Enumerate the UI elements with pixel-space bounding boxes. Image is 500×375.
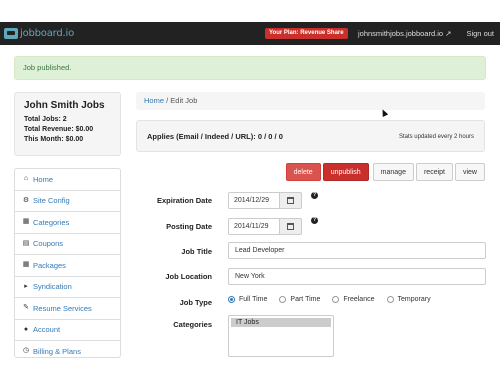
radio-label: Freelance (343, 296, 375, 303)
delete-button[interactable]: delete (285, 163, 321, 181)
success-alert: Job published. (14, 56, 486, 80)
megaphone-icon: ▸ (24, 282, 28, 290)
job-type-radio-group: Full Time Part Time Freelance Temporary (228, 296, 443, 303)
logo[interactable]: jobboard.io (4, 26, 74, 41)
plan-badge[interactable]: Your Plan: Revenue Share (265, 28, 348, 39)
board-name: John Smith Jobs (24, 100, 105, 111)
help-icon[interactable]: ? (311, 217, 318, 224)
job-location-label: Job Location (165, 272, 212, 281)
signout-link[interactable]: Sign out (466, 28, 494, 39)
expiration-date-label: Expiration Date (156, 196, 212, 205)
sidebar-item-account[interactable]: ● Account (15, 320, 120, 341)
top-navbar: jobboard.io Your Plan: Revenue Share joh… (0, 22, 500, 45)
job-type-label: Job Type (179, 298, 212, 307)
view-button[interactable]: view (454, 163, 485, 181)
user-icon: ● (23, 325, 29, 333)
sidebar-nav: ⌂ Home ⚙ Site Config ▦ Categories ▤ Coup… (14, 168, 121, 358)
site-link[interactable]: johnsmithjobs.jobboard.io ↗ (358, 28, 451, 39)
stats-update-note: Stats updated every 2 hours (398, 134, 474, 140)
sidebar-item-label: Resume Services (33, 303, 92, 313)
categories-select[interactable]: IT Jobs (228, 315, 334, 357)
sidebar-item-syndication[interactable]: ▸ Syndication (15, 277, 120, 298)
category-option-selected[interactable]: IT Jobs (231, 318, 331, 327)
stats-panel: John Smith Jobs Total Jobs: 2 Total Reve… (14, 92, 121, 156)
sidebar-item-label: Packages (33, 260, 66, 270)
sidebar-item-label: Home (33, 174, 54, 184)
radio-label: Temporary (397, 296, 431, 303)
sidebar-item-packages[interactable]: ▦ Packages (15, 255, 120, 277)
unpublish-button[interactable]: unpublish (322, 163, 369, 181)
pencil-icon: ✎ (23, 304, 29, 312)
calendar-icon (287, 223, 294, 230)
posting-calendar-button[interactable] (280, 218, 302, 235)
grid-icon: ▦ (22, 261, 30, 269)
total-jobs: Total Jobs: 2 (24, 116, 67, 123)
site-link-label: johnsmithjobs.jobboard.io (358, 29, 444, 38)
calendar-icon (287, 197, 294, 204)
sidebar-item-label: Billing & Plans (33, 346, 81, 356)
radio-button[interactable] (386, 296, 394, 303)
radio-part-time[interactable]: Part Time (279, 296, 320, 303)
expiration-calendar-button[interactable] (280, 192, 302, 209)
clock-icon: ◷ (22, 347, 30, 355)
job-location-input[interactable]: New York (228, 268, 486, 285)
sidebar-item-coupons[interactable]: ▤ Coupons (15, 234, 120, 255)
sidebar-item-label: Site Config (33, 196, 70, 206)
sidebar-item-home[interactable]: ⌂ Home (15, 169, 120, 191)
cart-icon: ▤ (22, 239, 30, 247)
sidebar-item-billing[interactable]: ◷ Billing & Plans (15, 341, 120, 357)
job-title-label: Job Title (181, 247, 212, 256)
total-revenue: Total Revenue: $0.00 (24, 126, 94, 133)
sidebar-item-label: Syndication (33, 282, 72, 292)
folder-icon: ▦ (22, 218, 30, 226)
logo-icon (4, 28, 18, 39)
manage-button[interactable]: manage (372, 163, 414, 181)
posting-date-label: Posting Date (166, 222, 212, 231)
sidebar-item-label: Categories (33, 217, 70, 227)
radio-full-time[interactable]: Full Time (228, 296, 267, 303)
breadcrumb-home-link[interactable]: Home (144, 96, 164, 105)
job-title-input[interactable]: Lead Developer (228, 242, 486, 259)
radio-freelance[interactable]: Freelance (332, 296, 375, 303)
home-icon: ⌂ (23, 175, 29, 183)
radio-button[interactable] (279, 296, 287, 303)
posting-date-input[interactable]: 2014/11/29 (228, 218, 280, 235)
radio-label: Part Time (290, 296, 321, 303)
applies-label: Applies (Email / Indeed / URL): 0 / 0 / … (147, 132, 283, 141)
external-link-icon: ↗ (445, 29, 452, 38)
logo-text: jobboard.io (20, 28, 74, 39)
radio-temporary[interactable]: Temporary (386, 296, 431, 303)
action-buttons: delete unpublish manage receipt view (285, 163, 485, 181)
this-month: This Month: $0.00 (24, 136, 84, 143)
radio-button[interactable] (332, 296, 340, 303)
applies-panel: Applies (Email / Indeed / URL): 0 / 0 / … (136, 120, 485, 152)
sidebar-item-label: Account (33, 325, 61, 335)
help-icon[interactable]: ? (311, 192, 318, 199)
sidebar-item-label: Coupons (33, 239, 64, 249)
gear-icon: ⚙ (22, 196, 30, 204)
breadcrumb: Home / Edit Job (136, 92, 485, 110)
breadcrumb-current: / Edit Job (166, 96, 198, 105)
expiration-date-input[interactable]: 2014/12/29 (228, 192, 280, 209)
sidebar-item-categories[interactable]: ▦ Categories (15, 212, 120, 234)
sidebar-item-site-config[interactable]: ⚙ Site Config (15, 191, 120, 212)
sidebar-item-resume-services[interactable]: ✎ Resume Services (15, 298, 120, 320)
radio-label: Full Time (239, 296, 268, 303)
categories-label: Categories (173, 320, 212, 329)
receipt-button[interactable]: receipt (415, 163, 453, 181)
radio-button-checked[interactable] (228, 296, 235, 303)
